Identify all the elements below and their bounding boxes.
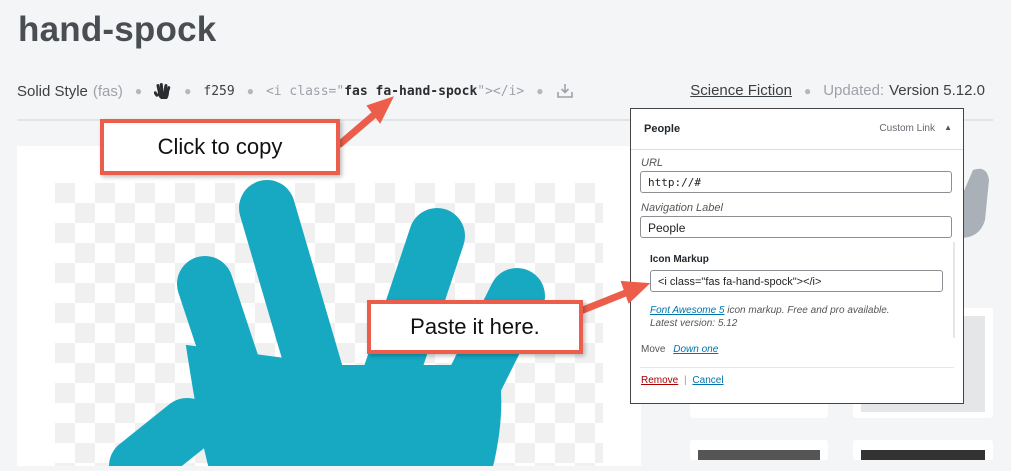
copy-callout: Click to copy (100, 119, 340, 175)
arrow-line (336, 110, 379, 148)
arrow-line (579, 288, 632, 314)
annotation-arrows (336, 96, 651, 314)
arrowhead (620, 280, 651, 304)
paste-callout: Paste it here. (367, 300, 583, 354)
